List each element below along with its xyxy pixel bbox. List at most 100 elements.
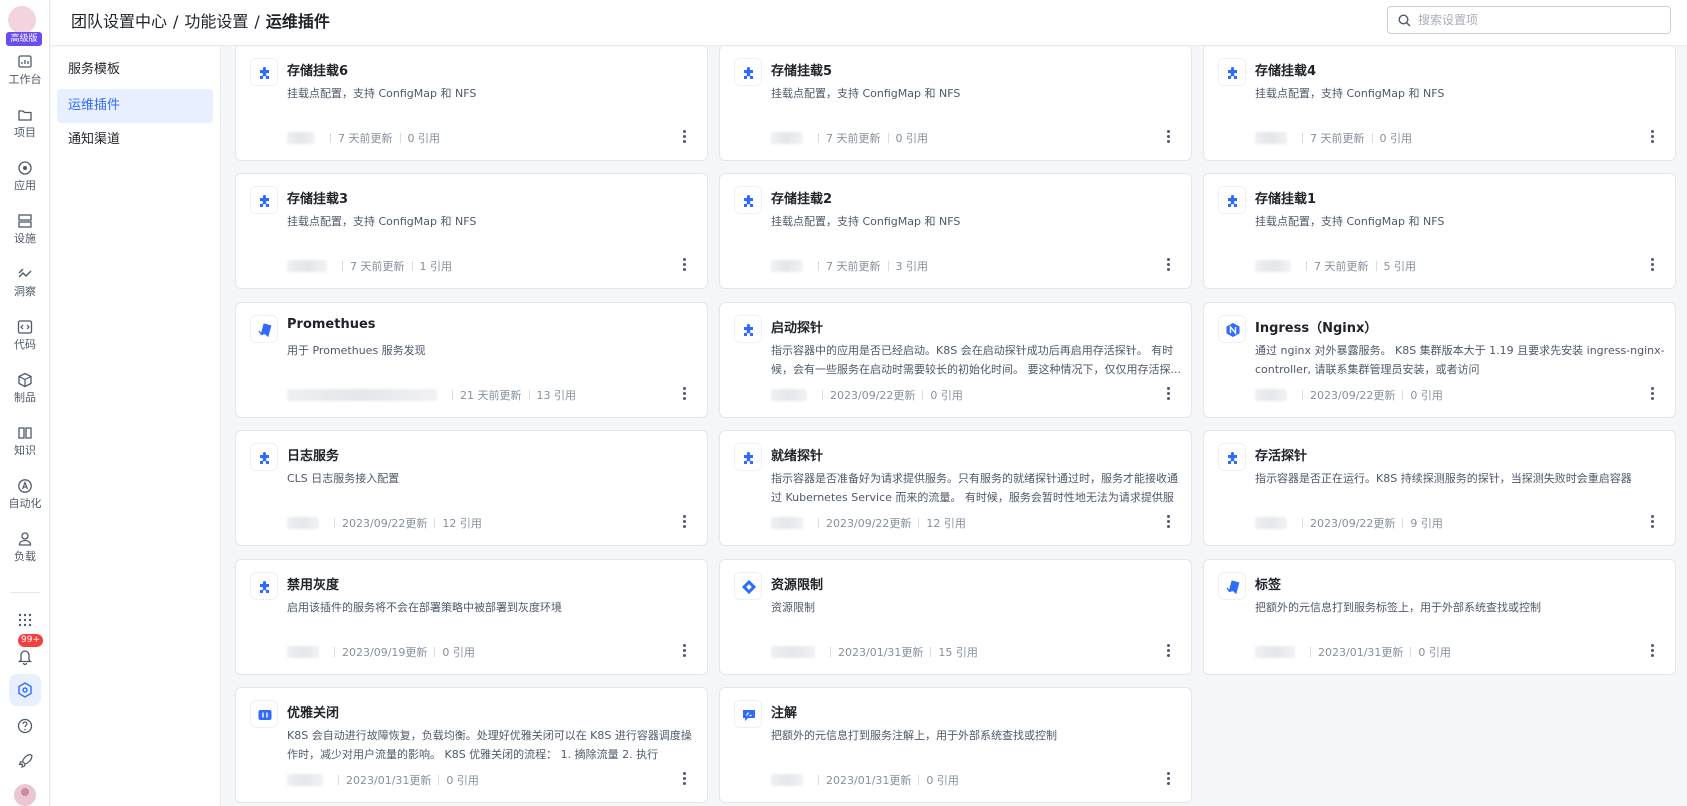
folder-icon	[18, 110, 32, 121]
more-vertical-icon[interactable]	[1167, 258, 1171, 272]
meta-divider	[342, 261, 343, 271]
plugin-card[interactable]: 存活探针 指示容器是否正在运行。K8S 持续探测服务的探针，当探测失败时会重启容器…	[1203, 430, 1676, 546]
meta-divider	[1302, 518, 1303, 528]
redacted-author	[287, 646, 319, 658]
plugin-description: 把额外的元信息打到服务注解上，用于外部系统查找或控制	[771, 729, 1057, 742]
plugin-card[interactable]: 注解 把额外的元信息打到服务注解上，用于外部系统查找或控制 2023/01/31更新…	[719, 687, 1192, 803]
redacted-author	[1255, 646, 1295, 658]
plugin-card[interactable]: 禁用灰度 启用该插件的服务将不会在部署策略中被部署到灰度环境 2023/09/19更…	[235, 559, 708, 675]
plugin-updated: 2023/09/22更新	[1310, 389, 1396, 402]
more-vertical-icon[interactable]	[1167, 130, 1171, 144]
more-vertical-icon[interactable]	[683, 644, 687, 658]
apps-grid-button[interactable]	[0, 604, 50, 636]
rail-divider	[10, 592, 40, 593]
team-avatar[interactable]: 高级版	[6, 6, 42, 46]
more-vertical-icon[interactable]	[1167, 515, 1171, 529]
plugin-description: 把额外的元信息打到服务标签上，用于外部系统查找或控制	[1255, 601, 1541, 614]
plugin-name: 优雅关闭	[287, 706, 340, 721]
plugin-card[interactable]: 优雅关闭 K8S 会自动进行故障恢复，负载均衡。处理好优雅关闭可以在 K8S 进行…	[235, 687, 708, 803]
more-vertical-icon[interactable]	[683, 515, 687, 529]
more-vertical-icon[interactable]	[1651, 130, 1655, 144]
plugin-card[interactable]: 启动探针 指示容器中的应用是否已经启动。K8S 会在启动探针成功后再启用存活探针。…	[719, 302, 1192, 418]
rail-item-app[interactable]: 应用	[0, 160, 50, 210]
plugin-description: 用于 Promethues 服务发现	[287, 344, 426, 357]
plugin-name: 日志服务	[287, 449, 340, 464]
rail-item-project[interactable]: 项目	[0, 107, 50, 157]
more-vertical-icon[interactable]	[1167, 644, 1171, 658]
plugin-card[interactable]: Promethues 用于 Promethues 服务发现 21 天前更新 13 引用	[235, 302, 708, 418]
plugin-description: 挂载点配置，支持 ConfigMap 和 NFS	[1255, 87, 1445, 100]
more-vertical-icon[interactable]	[1651, 258, 1655, 272]
more-vertical-icon[interactable]	[1651, 515, 1655, 529]
rocket-icon	[18, 753, 33, 768]
rail-item-label: 代码	[14, 338, 36, 351]
user-load-icon	[18, 532, 32, 546]
plugin-updated: 7 天前更新	[1314, 260, 1369, 273]
plugin-card[interactable]: 存储挂载6 挂载点配置，支持 ConfigMap 和 NFS 7 天前更新 0 引用	[235, 47, 708, 161]
plugin-card[interactable]: 标签 把额外的元信息打到服务标签上，用于外部系统查找或控制 2023/01/31更新…	[1203, 559, 1676, 675]
more-vertical-icon[interactable]	[1651, 387, 1655, 401]
plugin-card[interactable]: 存储挂载5 挂载点配置，支持 ConfigMap 和 NFS 7 天前更新 0 引用	[719, 47, 1192, 161]
plugin-meta: 2023/09/22更新 12 引用	[771, 515, 966, 531]
subnav-item-notify-channel[interactable]: 通知渠道	[57, 123, 213, 157]
rail-item-knowledge[interactable]: 知识	[0, 425, 50, 475]
redacted-author	[1255, 260, 1291, 272]
rail-item-infra[interactable]: 设施	[0, 213, 50, 263]
plugin-ref-count: 3 引用	[895, 260, 929, 273]
redacted-author	[771, 389, 807, 401]
breadcrumb-team-settings[interactable]: 团队设置中心	[71, 12, 167, 31]
more-vertical-icon[interactable]	[683, 387, 687, 401]
code-icon	[17, 320, 33, 334]
puzzle-icon	[734, 186, 762, 214]
plugin-meta: 7 天前更新 1 引用	[287, 258, 452, 274]
plugin-updated: 2023/09/22更新	[826, 517, 912, 530]
plugin-card[interactable]: 存储挂载4 挂载点配置，支持 ConfigMap 和 NFS 7 天前更新 0 引用	[1203, 47, 1676, 161]
plugin-meta: 2023/01/31更新 0 引用	[771, 772, 959, 788]
user-avatar-icon	[14, 784, 36, 806]
plugin-card[interactable]: 就绪探针 指示容器是否准备好为请求提供服务。只有服务的就绪探针通过时，服务才能接收…	[719, 430, 1192, 546]
rail-item-label: 负载	[14, 550, 36, 563]
launch-button[interactable]	[0, 744, 50, 776]
plugin-updated: 2023/01/31更新	[1318, 646, 1404, 659]
plugin-card[interactable]: Ingress（Nginx） 通过 nginx 对外暴露服务。 K8S 集群版本大…	[1203, 302, 1676, 418]
subnav-item-service-template[interactable]: 服务模板	[57, 53, 213, 87]
more-vertical-icon[interactable]	[1167, 387, 1171, 401]
rail-item-insight[interactable]: 洞察	[0, 266, 50, 316]
plugin-updated: 2023/09/19更新	[342, 646, 428, 659]
plugin-card[interactable]: 存储挂载2 挂载点配置，支持 ConfigMap 和 NFS 7 天前更新 3 引用	[719, 173, 1192, 289]
notification-button[interactable]: 99+	[0, 634, 50, 672]
plugin-card[interactable]: 日志服务 CLS 日志服务接入配置 2023/09/22更新 12 引用	[235, 430, 708, 546]
settings-search-box[interactable]	[1387, 6, 1671, 34]
help-button[interactable]	[0, 710, 50, 742]
rail-item-artifact[interactable]: 制品	[0, 372, 50, 422]
more-vertical-icon[interactable]	[1167, 772, 1171, 786]
redacted-author	[771, 132, 803, 144]
more-vertical-icon[interactable]	[683, 130, 687, 144]
puzzle-icon	[250, 443, 278, 471]
settings-button[interactable]	[0, 674, 50, 706]
subnav-item-ops-plugins[interactable]: 运维插件	[57, 89, 213, 123]
rail-item-workload[interactable]: 负载	[0, 531, 50, 581]
plugin-card[interactable]: 存储挂载3 挂载点配置，支持 ConfigMap 和 NFS 7 天前更新 1 引用	[235, 173, 708, 289]
plugin-meta: 2023/01/31更新 15 引用	[771, 644, 978, 660]
meta-divider	[918, 518, 920, 528]
plugin-card[interactable]: 资源限制 资源限制 2023/01/31更新 15 引用	[719, 559, 1192, 675]
rail-item-code[interactable]: 代码	[0, 319, 50, 369]
rail-item-workbench[interactable]: 工作台	[0, 54, 50, 104]
meta-divider	[1402, 518, 1404, 528]
plugin-description: 指示容器中的应用是否已经启动。K8S 会在启动探针成功后再启用存活探针。 有时候…	[771, 344, 1181, 376]
more-vertical-icon[interactable]	[683, 772, 687, 786]
meta-divider	[330, 133, 331, 143]
plugin-ref-count: 5 引用	[1383, 260, 1417, 273]
breadcrumb-feature-settings[interactable]: 功能设置	[184, 12, 248, 31]
more-vertical-icon[interactable]	[683, 258, 687, 272]
redacted-author	[771, 774, 803, 786]
more-vertical-icon[interactable]	[1651, 644, 1655, 658]
plugin-card[interactable]: 存储挂载1 挂载点配置，支持 ConfigMap 和 NFS 7 天前更新 5 引用	[1203, 173, 1676, 289]
rail-item-automation[interactable]: 自动化	[0, 478, 50, 528]
settings-search-input[interactable]	[1418, 10, 1658, 30]
user-avatar-button[interactable]	[0, 778, 50, 806]
meta-divider	[930, 647, 932, 657]
meta-divider	[1410, 647, 1412, 657]
plugin-name: Ingress（Nginx）	[1255, 321, 1378, 336]
